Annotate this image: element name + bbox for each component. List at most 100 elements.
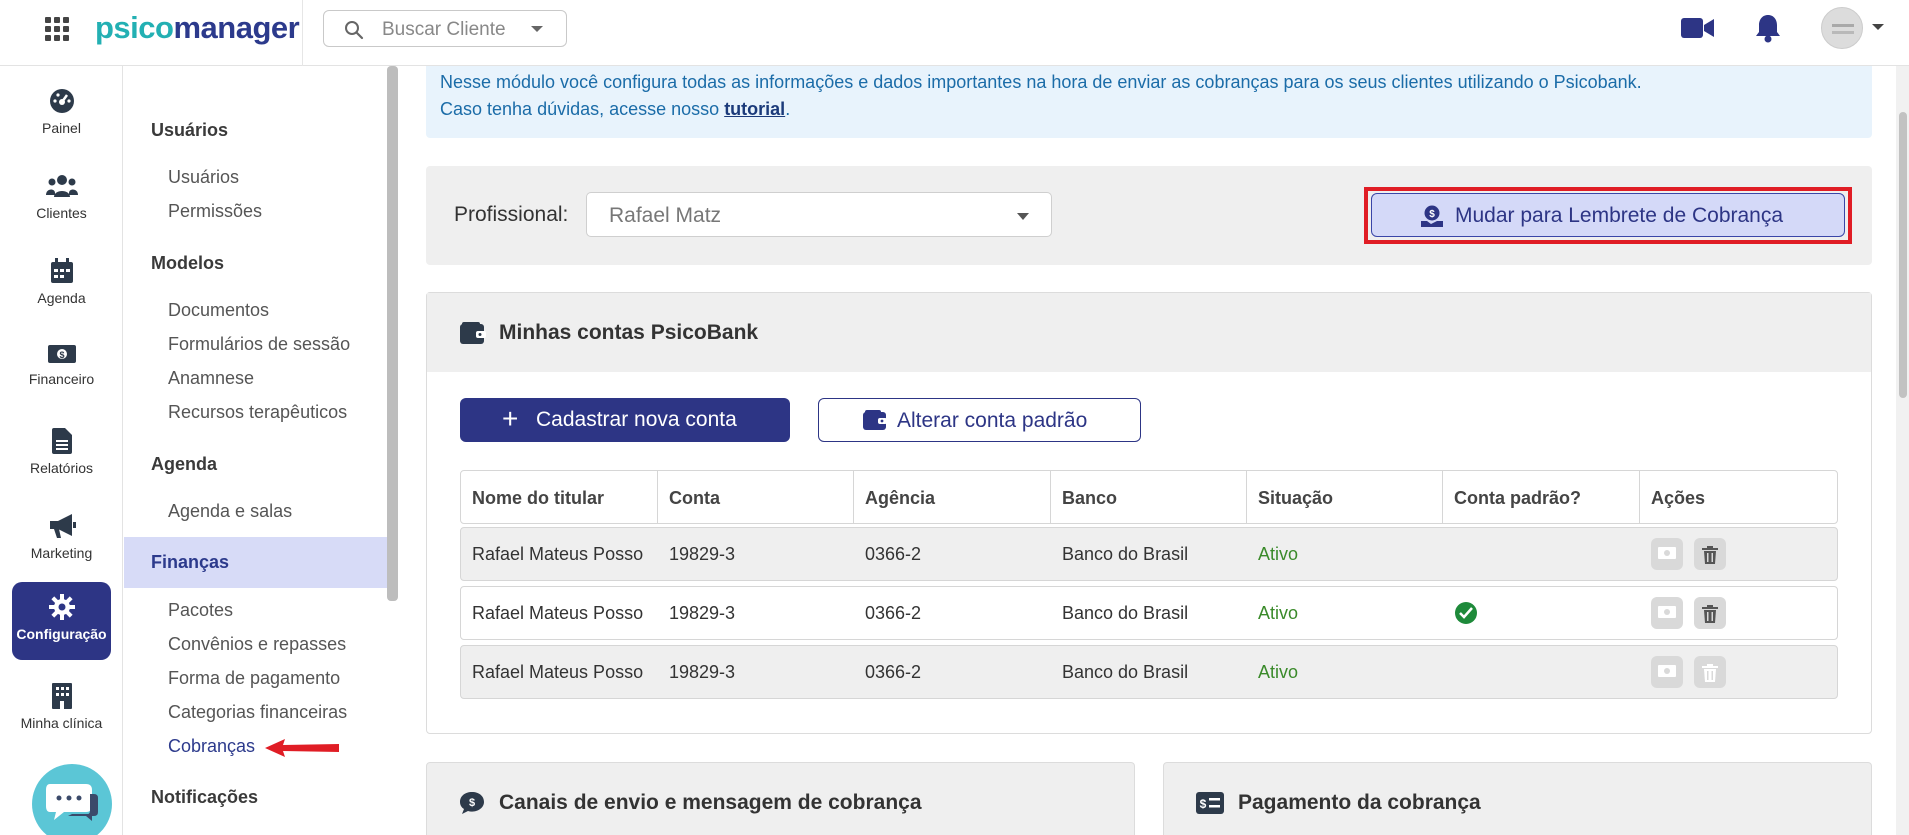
nav-label: Configuração [16, 626, 107, 642]
chevron-down-icon [531, 26, 543, 32]
dashboard-gauge-icon [49, 89, 74, 113]
submenu-link-anamnese[interactable]: Anamnese [168, 368, 254, 389]
switch-button-label: Mudar para Lembrete de Cobrança [1455, 204, 1784, 227]
submenu-link-convenios[interactable]: Convênios e repasses [168, 634, 346, 655]
payment-card-title: Pagamento da cobrança [1238, 791, 1481, 814]
top-bar: psicomanager Buscar Cliente [0, 0, 1909, 66]
tutorial-link[interactable]: tutorial [724, 99, 785, 119]
set-default-button[interactable] [1651, 656, 1683, 688]
nav-label: Minha clínica [20, 715, 103, 731]
submenu-section-financas[interactable]: Finanças [151, 552, 229, 573]
nav-item-marketing[interactable]: Marketing [12, 501, 111, 579]
plus-icon: + [502, 403, 519, 434]
cell-titular: Rafael Mateus Posso [472, 662, 644, 682]
change-default-label: Alterar conta padrão [897, 409, 1088, 432]
money-bill-icon [1658, 665, 1676, 677]
nav-item-relatorios[interactable]: Relatórios [12, 416, 111, 494]
wallet-icon [863, 410, 887, 430]
set-default-button[interactable] [1651, 597, 1683, 629]
cell-conta: 19829-3 [669, 544, 736, 564]
channels-card-title: Canais de envio e mensagem de cobrança [499, 791, 922, 814]
add-account-button[interactable]: + Cadastrar nova conta [460, 398, 790, 442]
nav-item-minha-clinica[interactable]: Minha clínica [12, 671, 111, 749]
column-divider [1246, 471, 1247, 523]
svg-text:$: $ [469, 797, 475, 809]
nav-label: Financeiro [28, 371, 95, 387]
money-bill-icon [1658, 547, 1676, 559]
cell-situacao: Ativo [1258, 662, 1299, 682]
chat-support-button[interactable] [32, 764, 112, 835]
annotation-arrow-icon [265, 739, 339, 757]
set-default-button[interactable] [1651, 538, 1683, 570]
delete-button[interactable] [1694, 597, 1726, 629]
trash-icon [1702, 664, 1718, 682]
submenu-link-permissoes[interactable]: Permissões [168, 201, 262, 222]
nav-item-painel[interactable]: Painel [12, 76, 111, 154]
column-divider [1050, 471, 1051, 523]
building-icon [51, 683, 72, 709]
column-divider [1442, 471, 1443, 523]
money-speech-icon: $ [460, 792, 484, 814]
logo[interactable]: psicomanager [95, 10, 300, 46]
column-header-situacao[interactable]: Situação [1258, 488, 1333, 509]
professional-label: Profissional: [454, 203, 569, 226]
client-search-dropdown[interactable]: Buscar Cliente [323, 10, 567, 47]
submenu-section-agenda: Agenda [151, 454, 218, 474]
avatar[interactable] [1821, 7, 1863, 49]
nav-item-clientes[interactable]: Clientes [12, 161, 111, 239]
cell-banco: Banco do Brasil [1062, 662, 1189, 682]
delete-button[interactable] [1694, 656, 1726, 688]
professional-selected-value: Rafael Matz [609, 204, 722, 227]
money-bill-icon [1658, 606, 1676, 618]
submenu-link-pacotes[interactable]: Pacotes [168, 600, 233, 621]
submenu-link-categorias[interactable]: Categorias financeiras [168, 702, 347, 723]
cell-agencia: 0366-2 [865, 603, 922, 623]
users-group-icon [45, 175, 78, 197]
nav-label: Marketing [30, 545, 93, 561]
cell-banco: Banco do Brasil [1062, 544, 1189, 564]
accounts-table-header [460, 470, 1838, 524]
submenu-link-recursos[interactable]: Recursos terapêuticos [168, 402, 347, 423]
info-text-help: Caso tenha dúvidas, acesse nosso tutoria… [440, 99, 790, 120]
column-header-conta-padrao[interactable]: Conta padrão? [1454, 488, 1581, 509]
cell-agencia: 0366-2 [865, 662, 922, 682]
chevron-down-icon[interactable] [1872, 24, 1884, 30]
bell-icon[interactable] [1755, 13, 1781, 43]
column-header-banco[interactable]: Banco [1062, 488, 1117, 509]
money-bill-icon: $ [47, 345, 76, 363]
submenu-link-usuarios[interactable]: Usuários [168, 167, 239, 188]
switch-to-reminder-button[interactable]: $ Mudar para Lembrete de Cobrança [1371, 193, 1845, 237]
info-banner: Nesse módulo você configura todas as inf… [426, 66, 1872, 138]
column-header-agencia[interactable]: Agência [865, 488, 935, 509]
column-header-conta[interactable]: Conta [669, 488, 720, 509]
video-camera-icon[interactable] [1681, 16, 1715, 40]
submenu-scrollbar[interactable] [387, 66, 398, 601]
nav-item-configuracao[interactable]: Configuração [12, 582, 111, 660]
page-scrollbar-thumb[interactable] [1899, 112, 1907, 398]
column-divider [657, 471, 658, 523]
payment-list-icon: $ [1196, 792, 1224, 814]
svg-text:$: $ [59, 350, 64, 360]
cell-situacao: Ativo [1258, 603, 1299, 623]
cell-agencia: 0366-2 [865, 544, 922, 564]
professional-select[interactable]: Rafael Matz [586, 192, 1052, 237]
calendar-icon [50, 258, 73, 283]
column-header-titular[interactable]: Nome do titular [472, 488, 604, 509]
gear-icon [48, 594, 75, 620]
change-default-account-button[interactable]: Alterar conta padrão [818, 398, 1141, 442]
card-title: Minhas contas PsicoBank [499, 321, 759, 344]
submenu-link-formularios[interactable]: Formulários de sessão [168, 334, 350, 355]
submenu-link-cobrancas[interactable]: Cobranças [168, 736, 255, 757]
info-text: Nesse módulo você configura todas as inf… [440, 72, 1642, 92]
nav-item-agenda[interactable]: Agenda [12, 246, 111, 324]
logo-text-manager: manager [173, 10, 300, 45]
submenu-link-forma-pagamento[interactable]: Forma de pagamento [168, 668, 340, 689]
apps-grid-icon[interactable] [44, 16, 70, 42]
submenu-link-agenda-salas[interactable]: Agenda e salas [168, 501, 292, 522]
submenu-link-documentos[interactable]: Documentos [168, 300, 269, 321]
trash-icon [1702, 605, 1718, 623]
column-header-acoes: Ações [1651, 488, 1706, 508]
delete-button[interactable] [1694, 538, 1726, 570]
column-divider [1639, 471, 1640, 523]
nav-item-financeiro[interactable]: $ Financeiro [12, 331, 111, 409]
